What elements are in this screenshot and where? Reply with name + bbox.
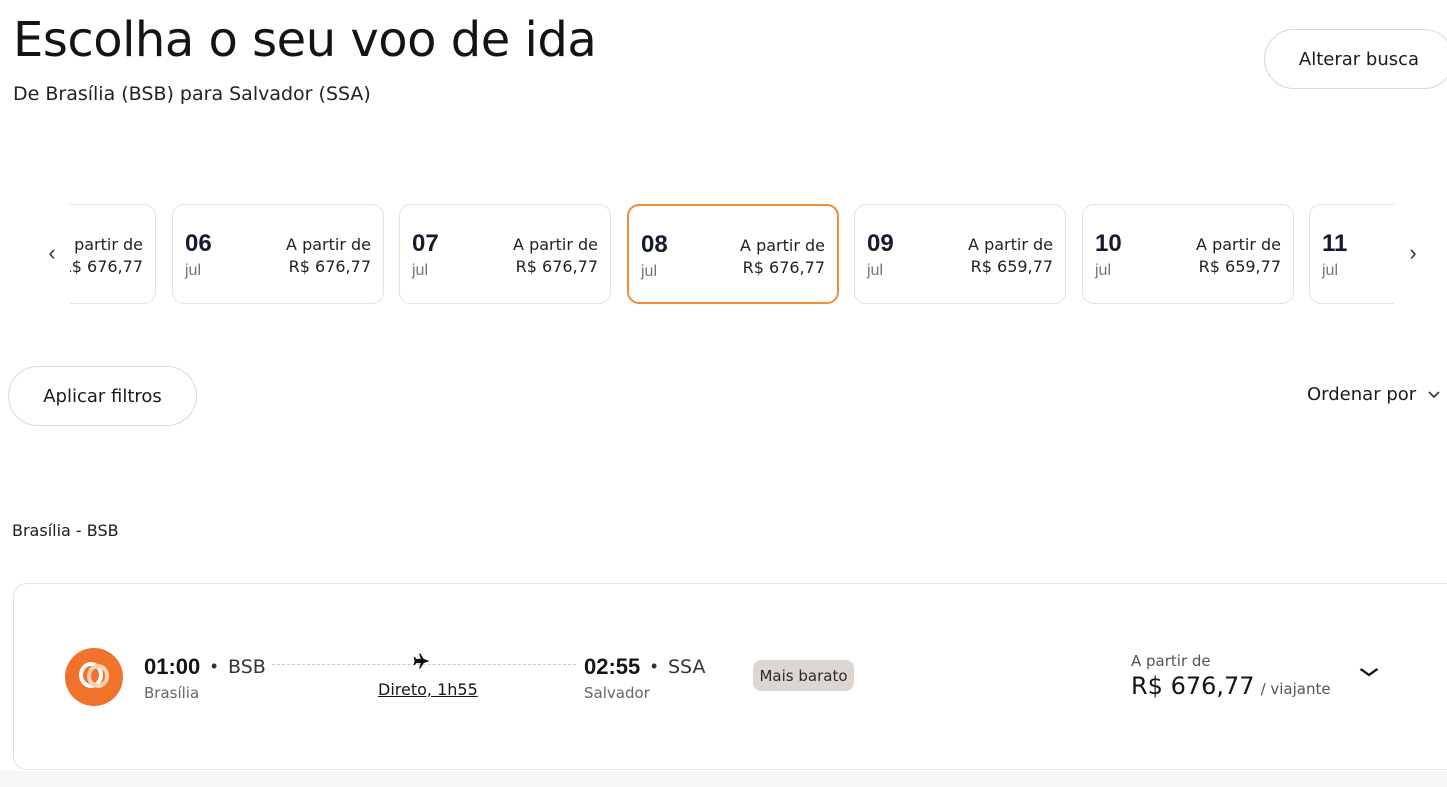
date-day: 10 — [1095, 230, 1122, 257]
sort-label: Ordenar por — [1307, 384, 1417, 405]
arrival-time: 02:55 — [584, 654, 641, 679]
plane-icon — [412, 651, 432, 677]
date-card[interactable]: 10 jul A partir de R$ 659,77 — [1082, 204, 1294, 304]
date-card[interactable]: 06 jul A partir de R$ 676,77 — [172, 204, 384, 304]
separator-dot: • — [211, 656, 218, 676]
date-carousel: ‹ 05 jul A partir de R$ 676,77 06 jul A … — [40, 204, 1430, 304]
date-price: R$ 676,77 — [288, 257, 371, 276]
page-footer-strip — [0, 771, 1447, 787]
expand-chevron-icon[interactable] — [1359, 664, 1379, 682]
departure-code: BSB — [228, 656, 266, 678]
date-from-label: A partir de — [286, 235, 371, 254]
change-search-button[interactable]: Alterar busca — [1264, 29, 1447, 89]
date-from-label: A partir de — [70, 235, 143, 254]
date-carousel-viewport: 05 jul A partir de R$ 676,77 06 jul A pa… — [70, 204, 1394, 304]
departure-city: Brasília — [144, 684, 200, 702]
flight-price: R$ 676,77 — [1131, 672, 1255, 700]
sort-dropdown[interactable]: Ordenar por — [1307, 384, 1440, 405]
date-card-selected[interactable]: 08 jul A partir de R$ 676,77 — [627, 204, 839, 304]
date-month: jul — [412, 262, 429, 279]
date-day: 07 — [412, 230, 439, 257]
date-price: R$ 676,77 — [515, 257, 598, 276]
origin-section-label: Brasília - BSB — [12, 521, 119, 540]
price-row: R$ 676,77 / viajante — [1131, 672, 1331, 700]
arrival-city: Salvador — [584, 684, 650, 702]
date-day: 11 — [1322, 230, 1348, 257]
date-price: R$ 659,77 — [1198, 257, 1281, 276]
route-subtitle: De Brasília (BSB) para Salvador (SSA) — [13, 83, 371, 105]
date-price: R$ 676,77 — [742, 258, 825, 277]
date-month: jul — [1322, 262, 1339, 279]
airline-logo-icon — [65, 648, 123, 706]
date-from-label: A partir de — [968, 235, 1053, 254]
page-title: Escolha o seu voo de ida — [13, 12, 597, 68]
date-from-label: A partir de — [1196, 235, 1281, 254]
date-price: R$ 659,77 — [970, 257, 1053, 276]
separator-dot: • — [651, 656, 658, 676]
route-details-link[interactable]: Direto, 1h55 — [378, 680, 478, 699]
flight-card[interactable]: 01:00 • BSB Brasília Direto, 1h55 02:55 … — [13, 583, 1447, 770]
apply-filters-button[interactable]: Aplicar filtros — [8, 366, 197, 426]
date-card[interactable]: 05 jul A partir de R$ 676,77 — [70, 204, 156, 304]
date-from-label: A partir de — [513, 235, 598, 254]
arrival-code: SSA — [668, 656, 706, 678]
date-card[interactable]: 11 jul — [1309, 204, 1394, 304]
date-day: 09 — [867, 230, 894, 257]
date-from-label: A partir de — [740, 236, 825, 255]
price-from-label: A partir de — [1131, 652, 1211, 670]
date-price: R$ 676,77 — [70, 257, 143, 276]
date-card[interactable]: 07 jul A partir de R$ 676,77 — [399, 204, 611, 304]
carousel-next-icon[interactable]: › — [1401, 240, 1425, 266]
date-card[interactable]: 09 jul A partir de R$ 659,77 — [854, 204, 1066, 304]
carousel-prev-icon[interactable]: ‹ — [40, 240, 64, 266]
departure-time: 01:00 — [144, 654, 201, 679]
cheapest-badge: Mais barato — [753, 660, 854, 691]
date-month: jul — [1095, 262, 1112, 279]
date-day: 06 — [185, 230, 212, 257]
chevron-down-icon — [1428, 388, 1440, 402]
price-unit: / viajante — [1260, 680, 1331, 698]
date-month: jul — [867, 262, 884, 279]
date-day: 08 — [641, 231, 668, 258]
date-month: jul — [641, 263, 658, 280]
date-month: jul — [185, 262, 202, 279]
